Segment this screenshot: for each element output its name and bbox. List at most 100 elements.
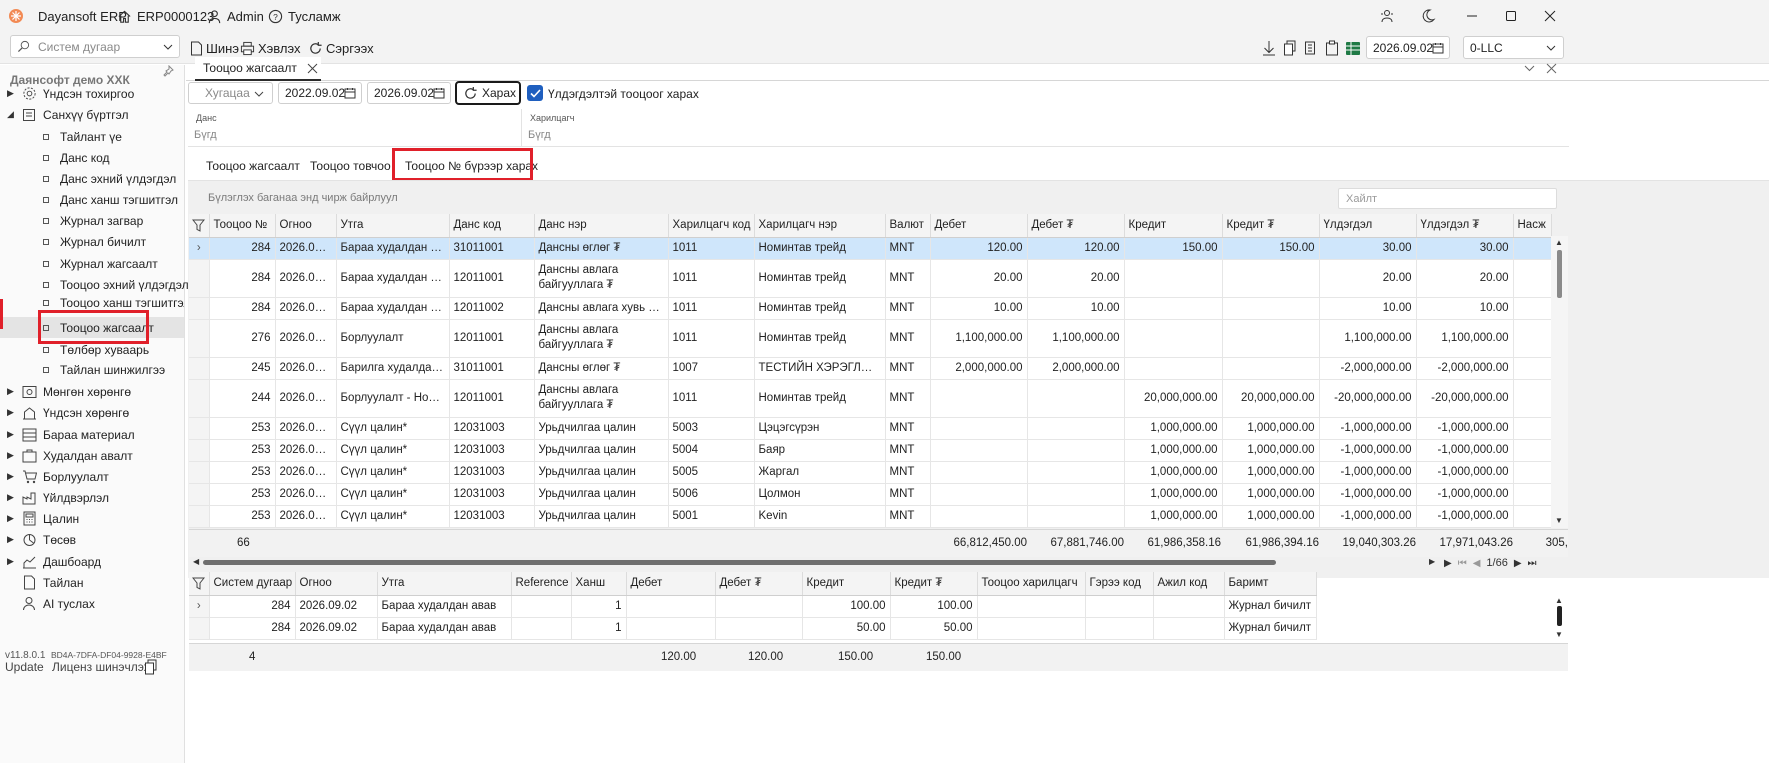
table-row[interactable]: 253 2026.07.31 Сүүл цалин* 12031003 Урьдчилг… [189, 417, 1552, 440]
sidebar-item-reports[interactable]: Тайлан [0, 572, 184, 593]
table-row[interactable]: 284 2026.09.02 Бараа худалдан авав 12011001… [189, 259, 1552, 298]
close-button[interactable] [1527, 0, 1573, 32]
sidebar-item-payroll[interactable]: ▶ Цалин [0, 508, 184, 529]
column-header[interactable]: Систем дугаар [209, 572, 296, 596]
column-header[interactable]: Утга [377, 572, 512, 596]
tab-settlement-summary[interactable]: Тооцоо товчоо [310, 152, 391, 180]
scroll-left-icon[interactable]: ◀ [193, 557, 199, 566]
sidebar-item-payment-schedule[interactable]: Төлбөр хуваарь [0, 339, 184, 360]
column-header[interactable]: Насж [1513, 214, 1552, 238]
assistant-icon[interactable] [1364, 0, 1410, 32]
scroll-thumb[interactable] [203, 560, 1276, 565]
help-menu[interactable]: ? Тусламж [268, 0, 341, 32]
partner-filter[interactable]: Харилцагч Бүгд [522, 109, 1569, 147]
duplicate-icon[interactable] [1301, 38, 1321, 58]
scroll-down-icon[interactable]: ▼ [1555, 630, 1563, 639]
sidebar-item-settlement-opening-balance[interactable]: Тооцоо эхний үлдэгдэл [0, 274, 189, 295]
sidebar-item-journal-entry[interactable]: Журнал бичилт [0, 231, 184, 252]
filter-icon[interactable] [189, 214, 210, 238]
grid-horizontal-scrollbar[interactable]: ◀ ▶ [189, 557, 1439, 567]
scroll-thumb[interactable] [1557, 606, 1562, 626]
column-header[interactable]: Дебет [930, 214, 1028, 238]
sidebar-item-purchase[interactable]: ▶ Худалдан авалт [0, 445, 184, 466]
pager-play-icon[interactable]: ▶ [1444, 558, 1452, 569]
grid-vertical-scrollbar[interactable]: ▲ ▼ [1551, 236, 1568, 528]
row-indicator[interactable] [189, 483, 210, 506]
row-indicator[interactable] [189, 259, 210, 298]
table-row[interactable]: 244 2026.08.04 Борлуулалт - Номин 12011001 Д… [189, 379, 1552, 418]
work-date-field[interactable]: 2026.09.02 [1366, 36, 1450, 59]
detail-row[interactable]: › 284 2026.09.02 Бараа худалдан авав 1 100.00… [189, 595, 1317, 618]
balance-only-checkbox[interactable] [527, 85, 543, 101]
pager-last-icon[interactable]: ⏭ [1528, 558, 1537, 569]
detail-vertical-scrollbar[interactable]: ▲ ▼ [1551, 595, 1568, 641]
table-row[interactable]: 253 2026.07.31 Сүүл цалин* 12031003 Урьдчилг… [189, 505, 1552, 528]
column-header[interactable]: Ажил код [1153, 572, 1225, 596]
scroll-thumb[interactable] [1557, 250, 1562, 298]
account-filter[interactable]: Данс Бүгд [188, 109, 521, 147]
db-selector[interactable]: ERP0000123 [117, 0, 214, 32]
license-renew-link[interactable]: Лиценз шинэчлэх [52, 660, 150, 674]
copy-license-icon[interactable] [144, 659, 158, 675]
table-row[interactable]: 284 2026.09.02 Бараа худалдан авав 12011002… [189, 297, 1552, 320]
period-selector[interactable]: Хугацаа [188, 82, 273, 104]
pin-icon[interactable] [162, 65, 174, 77]
column-header[interactable]: Кредит ₮ [890, 572, 978, 596]
row-indicator[interactable] [189, 319, 210, 358]
column-header[interactable]: Валют [885, 214, 931, 238]
grid-search-input[interactable]: Хайлт [1338, 188, 1557, 209]
update-link[interactable]: Update [5, 660, 44, 674]
row-indicator[interactable] [189, 417, 210, 440]
sidebar-item-report-analysis[interactable]: Тайлан шинжилгээ [0, 359, 184, 380]
row-indicator-icon[interactable]: › [189, 595, 210, 618]
close-tab-icon[interactable] [307, 63, 318, 74]
dark-mode-icon[interactable] [1405, 0, 1451, 32]
sidebar-item-sales[interactable]: ▶ Борлуулалт [0, 466, 184, 487]
sidebar-item-inventory[interactable]: ▶ Бараа материал [0, 424, 184, 445]
table-row[interactable]: 245 2026.08.04 Барилга худалдан... 31011001… [189, 357, 1552, 380]
column-header[interactable]: Данс нэр [534, 214, 669, 238]
date-from-field[interactable]: 2022.09.02 [278, 82, 362, 104]
excel-icon[interactable] [1343, 38, 1363, 58]
row-indicator[interactable] [189, 461, 210, 484]
detail-row[interactable]: 284 2026.09.02 Бараа худалдан авав 1 50.00 50… [189, 617, 1317, 640]
sidebar-item-production[interactable]: ▶ Үйлдвэрлэл [0, 487, 184, 508]
table-row[interactable]: › 284 2026.09.02 Бараа худалдан ав... 310110… [189, 237, 1552, 260]
sidebar-item-fixed-assets[interactable]: ▶ Үндсэн хөрөнгө [0, 402, 184, 423]
sidebar-item-budget[interactable]: ▶ Төсөв [0, 529, 184, 550]
paste-icon[interactable] [1322, 38, 1342, 58]
view-button[interactable]: Харах [455, 81, 521, 105]
download-icon[interactable] [1259, 38, 1279, 58]
row-indicator[interactable] [189, 505, 210, 528]
column-header[interactable]: Дебет ₮ [1027, 214, 1125, 238]
column-header[interactable]: Ханш [571, 572, 627, 596]
column-header[interactable]: Reference [511, 572, 572, 596]
column-header[interactable]: Дебет [626, 572, 716, 596]
column-header[interactable]: Үлдэгдэл [1319, 214, 1417, 238]
filter-icon[interactable] [189, 572, 210, 596]
row-indicator[interactable] [189, 617, 210, 640]
copy-icon[interactable] [1280, 38, 1300, 58]
sidebar-item-account-code[interactable]: Данс код [0, 147, 184, 168]
tab-settlement-list-view[interactable]: Тооцоо жагсаалт [206, 152, 300, 180]
chevron-down-icon[interactable] [1524, 63, 1535, 74]
row-indicator[interactable] [189, 297, 210, 320]
column-header[interactable]: Дебет ₮ [715, 572, 803, 596]
column-header[interactable]: Данс код [449, 214, 535, 238]
row-indicator-icon[interactable]: › [189, 237, 210, 260]
column-header[interactable]: Тооцоо харилцагч [977, 572, 1086, 596]
close-all-icon[interactable] [1546, 63, 1557, 74]
column-header[interactable]: Утга [336, 214, 450, 238]
sidebar-item-settlement-revaluation[interactable]: Тооцоо ханш тэгшитгэл [0, 295, 184, 309]
table-row[interactable]: 253 2026.07.31 Сүүл цалин* 12031003 Урьдчилг… [189, 483, 1552, 506]
system-number-combo[interactable]: Систем дугаар [10, 35, 180, 58]
column-header[interactable]: Тооцоо № [209, 214, 276, 238]
column-header[interactable]: Үлдэгдэл ₮ [1416, 214, 1514, 238]
column-header[interactable]: Харилцагч код [668, 214, 755, 238]
table-row[interactable]: 253 2026.07.31 Сүүл цалин* 12031003 Урьдчилг… [189, 439, 1552, 462]
column-header[interactable]: Кредит ₮ [1222, 214, 1320, 238]
scroll-up-icon[interactable]: ▲ [1555, 596, 1563, 605]
sidebar-item-reporting-period[interactable]: Тайлант үе [0, 126, 184, 147]
tab-settlement-list[interactable]: Тооцоо жагсаалт [195, 57, 321, 81]
column-header[interactable]: Харилцагч нэр [754, 214, 886, 238]
